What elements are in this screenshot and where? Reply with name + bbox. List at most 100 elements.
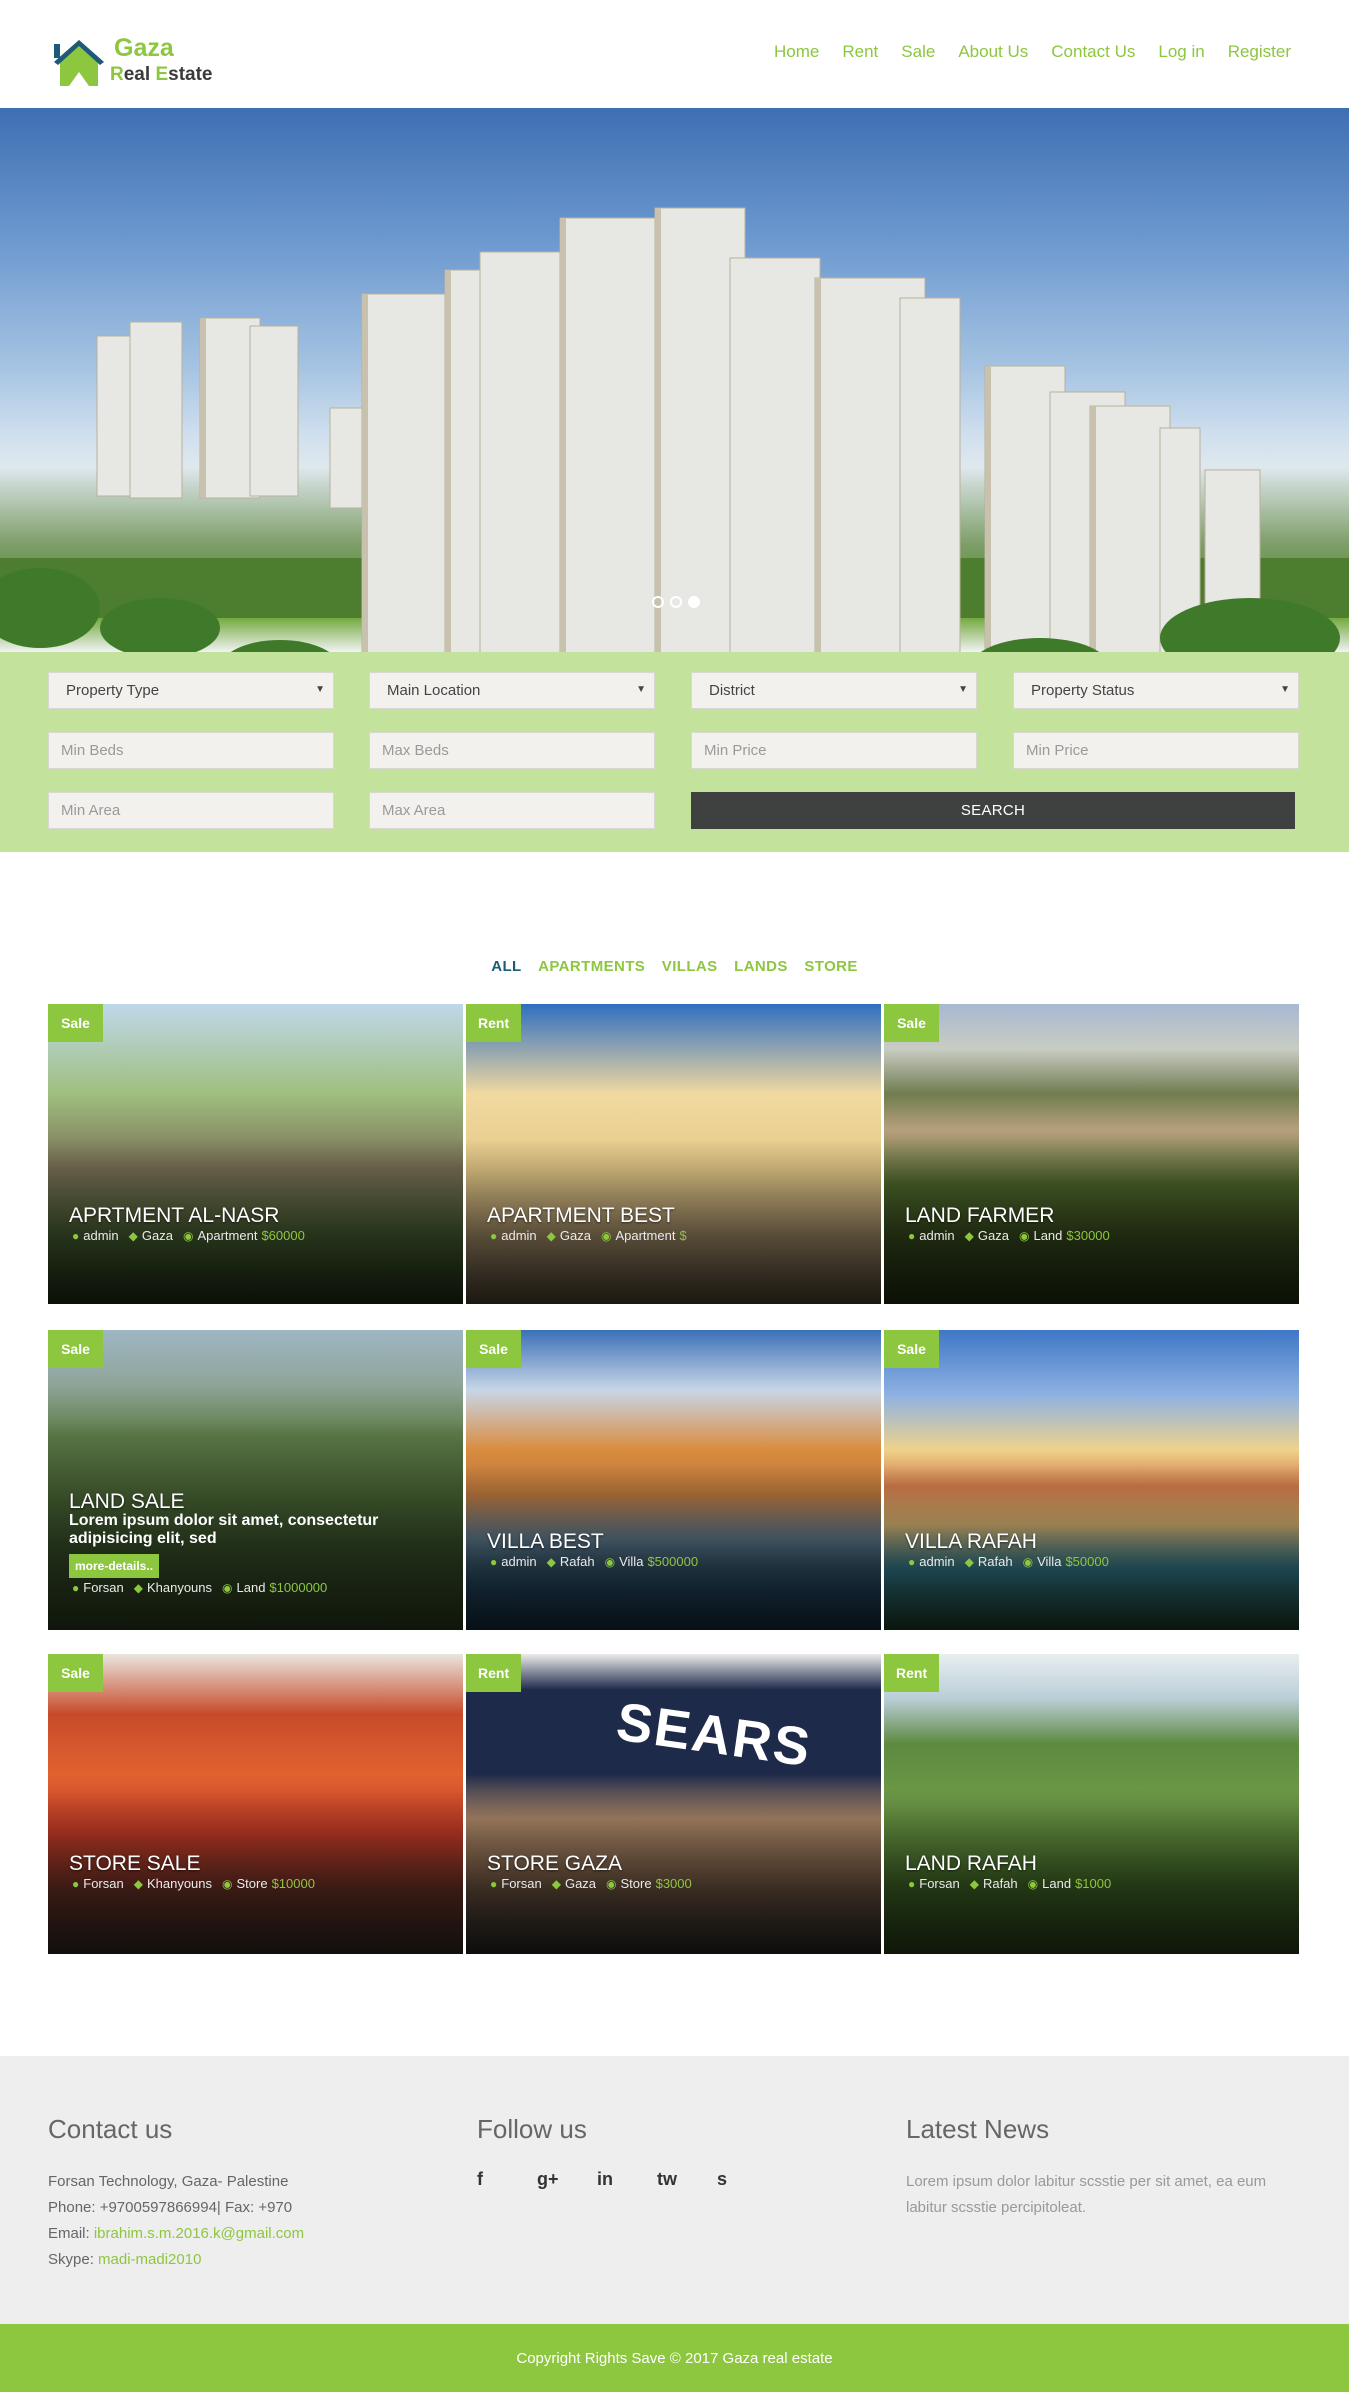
property-type-select[interactable]: Property Type ▼ (48, 672, 334, 709)
listing-title[interactable]: VILLA BEST (487, 1530, 604, 1554)
footer-contact: Contact us Forsan Technology, Gaza- Pale… (48, 2114, 448, 2273)
filter-apartments[interactable]: APARTMENTS (538, 958, 645, 975)
listing-card[interactable]: Rent APARTMENT BEST ● admin ◆ Gaza ◉ Apartm… (466, 1004, 881, 1304)
listing-type: Store (620, 1876, 652, 1891)
listing-title[interactable]: APARTMENT BEST (487, 1204, 675, 1228)
footer-follow: Follow us f g+ in tw s (477, 2114, 857, 2190)
hero-slider (0, 108, 1349, 652)
listing-title[interactable]: STORE SALE (69, 1852, 201, 1876)
listing-owner: Forsan (919, 1876, 960, 1891)
min-area-input[interactable]: Min Area (48, 792, 334, 829)
listing-card[interactable]: Sale VILLA RAFAH ● admin ◆ Rafah ◉ Villa $50… (884, 1330, 1299, 1630)
filter-villas[interactable]: VILLAS (662, 958, 718, 975)
twitter-icon[interactable]: tw (657, 2169, 717, 2190)
nav-sale[interactable]: Sale (901, 42, 935, 62)
listing-title[interactable]: APRTMENT AL-NASR (69, 1204, 279, 1228)
listing-card[interactable]: Sale LAND SALE Lorem ipsum dolor sit ame… (48, 1330, 463, 1630)
skype-link[interactable]: madi-madi2010 (98, 2251, 201, 2268)
slider-dot-1[interactable] (652, 596, 664, 608)
status-badge: Sale (884, 1330, 939, 1368)
listing-card[interactable]: Sale STORE SALE ● Forsan ◆ Khanyouns ◉ Stor… (48, 1654, 463, 1954)
listing-card[interactable]: Sale LAND FARMER ● admin ◆ Gaza ◉ Land $3000… (884, 1004, 1299, 1304)
nav-rent[interactable]: Rent (842, 42, 878, 62)
main-location-select[interactable]: Main Location ▼ (369, 672, 655, 709)
nav-home[interactable]: Home (774, 42, 819, 62)
location-icon: ◆ (133, 1580, 143, 1595)
listing-price: $50000 (1065, 1554, 1109, 1569)
min-beds-input[interactable]: Min Beds (48, 732, 334, 769)
footer-skype: Skype: madi-madi2010 (48, 2251, 202, 2268)
google-plus-icon[interactable]: g+ (537, 2169, 597, 2190)
listing-price: $60000 (261, 1228, 305, 1243)
search-button[interactable]: SEARCH (691, 792, 1295, 829)
logo[interactable]: Gaza Real Estate (52, 34, 222, 88)
globe-icon: ◉ (1022, 1554, 1034, 1569)
listing-card[interactable]: Sale APRTMENT AL-NASR ● admin ◆ Gaza ◉ Apar… (48, 1004, 463, 1304)
listing-location: Gaza (564, 1876, 597, 1891)
listing-title[interactable]: LAND RAFAH (905, 1852, 1037, 1876)
max-area-input[interactable]: Max Area (369, 792, 655, 829)
listing-card[interactable]: Rent LAND RAFAH ● Forsan ◆ Rafah ◉ Land $100… (884, 1654, 1299, 1954)
status-badge: Sale (48, 1654, 103, 1692)
location-icon: ◆ (969, 1876, 979, 1891)
more-details-button[interactable]: more-details.. (69, 1554, 160, 1578)
facebook-icon[interactable]: f (477, 2169, 537, 2190)
nav-contact-us[interactable]: Contact Us (1051, 42, 1135, 62)
hero-image (0, 207, 1349, 652)
linkedin-icon[interactable]: in (597, 2169, 657, 2190)
listing-price: $ (679, 1228, 687, 1243)
filter-lands[interactable]: LANDS (734, 958, 788, 975)
house-logo-icon (54, 40, 104, 86)
district-select[interactable]: District ▼ (691, 672, 977, 709)
listing-title[interactable]: LAND SALE (69, 1490, 185, 1514)
listing-owner: Forsan (501, 1876, 542, 1891)
page-spacer (0, 0, 1, 1)
email-link[interactable]: ibrahim.s.m.2016.k@gmail.com (94, 2225, 304, 2242)
listing-title[interactable]: VILLA RAFAH (905, 1530, 1037, 1554)
main-nav: Home Rent Sale About Us Contact Us Log i… (751, 42, 1291, 62)
min-price-input-2[interactable]: Min Price (1013, 732, 1299, 769)
listing-meta: ● admin ◆ Rafah ◉ Villa $500000 (490, 1554, 698, 1569)
min-price-input[interactable]: Min Price (691, 732, 977, 769)
listing-type: Land (236, 1580, 266, 1595)
listing-type: Apartment (197, 1228, 258, 1243)
user-icon: ● (72, 1876, 80, 1891)
listing-meta: ● Forsan ◆ Khanyouns ◉ Store $10000 (72, 1876, 315, 1891)
listing-location: Rafah (559, 1554, 595, 1569)
max-beds-input[interactable]: Max Beds (369, 732, 655, 769)
skype-icon[interactable]: s (717, 2169, 777, 2190)
nav-about-us[interactable]: About Us (958, 42, 1028, 62)
user-icon: ● (490, 1876, 498, 1891)
status-badge: Rent (466, 1004, 522, 1042)
location-icon: ◆ (546, 1228, 556, 1243)
footer-contact-title: Contact us (48, 2114, 173, 2144)
globe-icon: ◉ (182, 1228, 194, 1243)
footer-address: Forsan Technology, Gaza- Palestine (48, 2173, 289, 2190)
listing-card[interactable]: SEARS Rent STORE GAZA ● Forsan ◆ Gaza ◉ Sto… (466, 1654, 881, 1954)
globe-icon: ◉ (606, 1876, 617, 1891)
listing-location: Rafah (977, 1554, 1013, 1569)
listing-title[interactable]: STORE GAZA (487, 1852, 622, 1876)
copyright-text: Copyright Rights Save © 2017 Gaza real e… (516, 2349, 833, 2367)
slider-dot-3[interactable] (688, 596, 700, 608)
filter-all[interactable]: ALL (491, 958, 521, 975)
copyright-bar: Copyright Rights Save © 2017 Gaza real e… (0, 2324, 1349, 2392)
listing-title[interactable]: LAND FARMER (905, 1204, 1054, 1228)
social-icons: f g+ in tw s (477, 2169, 857, 2190)
user-icon: ● (72, 1228, 80, 1243)
listing-location: Rafah (982, 1876, 1018, 1891)
filter-store[interactable]: STORE (804, 958, 857, 975)
slider-dot-2[interactable] (670, 596, 682, 608)
listing-card[interactable]: Sale VILLA BEST ● admin ◆ Rafah ◉ Villa $500… (466, 1330, 881, 1630)
listing-description: Lorem ipsum dolor sit amet, consectetur … (69, 1512, 379, 1547)
chevron-down-icon: ▼ (958, 684, 968, 695)
nav-log-in[interactable]: Log in (1158, 42, 1204, 62)
listing-owner: admin (501, 1554, 537, 1569)
site-footer: Contact us Forsan Technology, Gaza- Pale… (0, 2056, 1349, 2324)
location-icon: ◆ (133, 1876, 143, 1891)
status-badge: Sale (466, 1330, 521, 1368)
listing-location: Khanyouns (146, 1580, 213, 1595)
nav-register[interactable]: Register (1228, 42, 1291, 62)
listing-meta: ● admin ◆ Gaza ◉ Apartment $60000 (72, 1228, 305, 1243)
property-status-select[interactable]: Property Status ▼ (1013, 672, 1299, 709)
